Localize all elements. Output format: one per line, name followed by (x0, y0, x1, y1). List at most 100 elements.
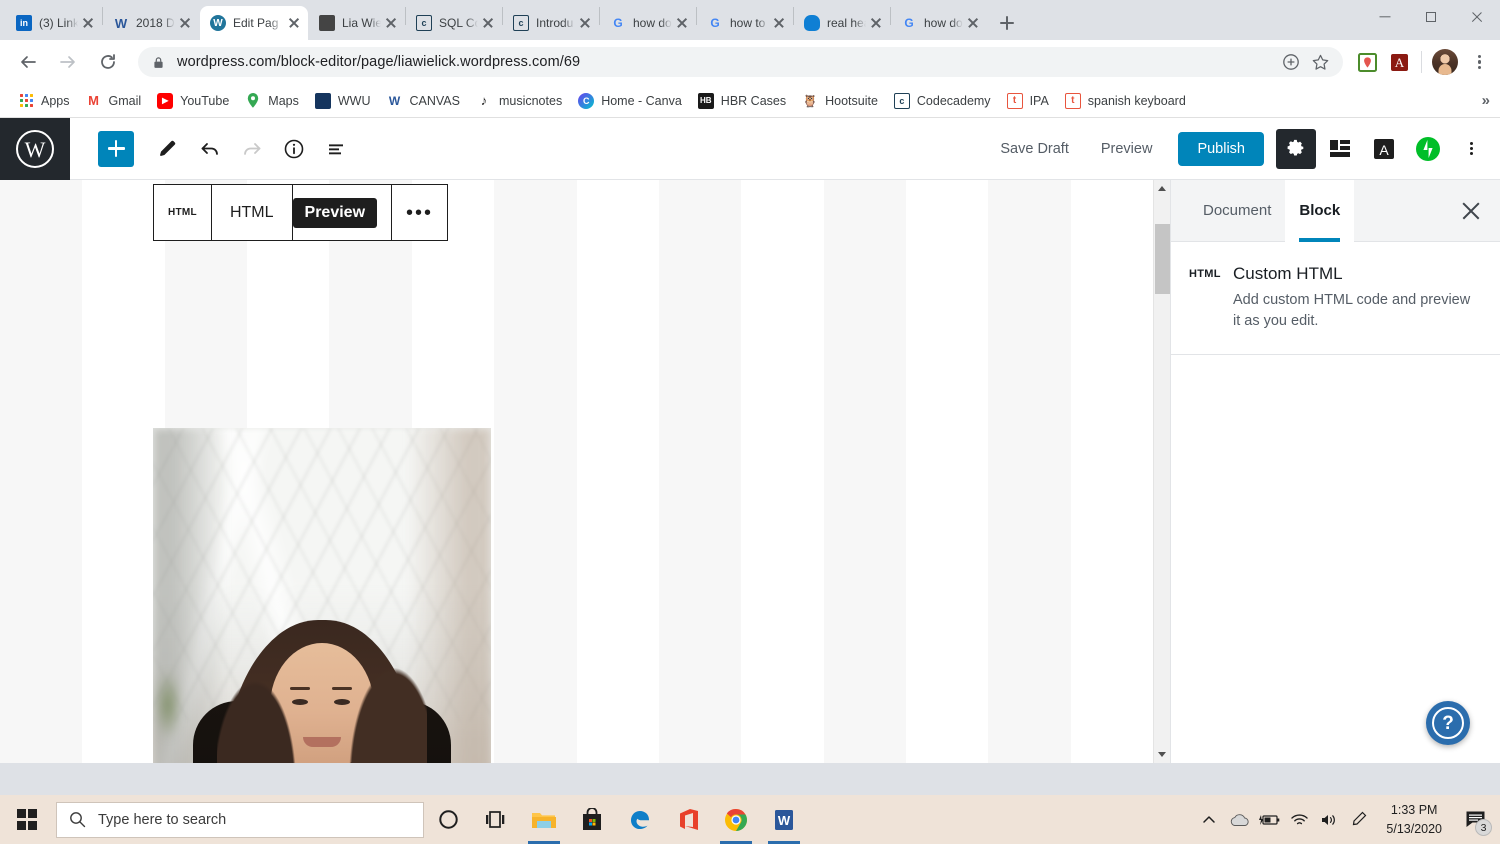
address-bar[interactable]: wordpress.com/block-editor/page/liawieli… (138, 47, 1343, 77)
info-icon[interactable] (274, 129, 314, 169)
jetpack-icon[interactable] (1408, 129, 1448, 169)
forward-icon[interactable] (52, 46, 84, 78)
bookmark-wwu[interactable]: WWU (307, 88, 379, 114)
bookmark-gmail[interactable]: M Gmail (78, 88, 150, 114)
bookmark-canva[interactable]: C Home - Canva (570, 88, 690, 114)
pen-workspace-icon[interactable] (1344, 795, 1374, 844)
tab-document[interactable]: Document (1189, 180, 1285, 242)
html-tab[interactable]: HTML (212, 185, 293, 240)
cortana-icon[interactable] (424, 795, 472, 844)
tab-close-icon[interactable] (965, 15, 981, 31)
block-type-button[interactable]: HTML (154, 185, 212, 240)
preview-button[interactable]: Preview (1087, 133, 1167, 165)
bookmark-label: Apps (41, 93, 70, 108)
save-draft-button[interactable]: Save Draft (986, 133, 1083, 165)
add-block-button[interactable] (98, 130, 134, 167)
help-button[interactable]: ? (1426, 701, 1470, 745)
new-tab-button[interactable] (993, 9, 1021, 37)
onedrive-icon[interactable] (1224, 795, 1254, 844)
wifi-icon[interactable] (1284, 795, 1314, 844)
preview-tab[interactable]: Preview (292, 185, 391, 240)
scroll-up-icon[interactable] (1154, 180, 1171, 197)
codecademy-icon: c (513, 15, 529, 31)
reload-icon[interactable] (92, 46, 124, 78)
browser-tab-active[interactable]: W Edit Pag (200, 6, 308, 40)
editor-canvas[interactable]: HTML HTML Preview ••• (0, 180, 1153, 763)
minimize-button[interactable] (1362, 0, 1408, 34)
close-window-button[interactable] (1454, 0, 1500, 34)
editor-scrollbar[interactable] (1153, 180, 1170, 763)
file-explorer-icon[interactable] (520, 795, 568, 844)
bookmark-ipa[interactable]: t IPA (999, 88, 1057, 114)
adobe-acrobat-extension-icon[interactable]: A (1387, 50, 1411, 74)
bookmark-hbr-cases[interactable]: HB HBR Cases (690, 88, 794, 114)
notifications-button[interactable]: 3 (1454, 795, 1496, 844)
bookmark-spanish-keyboard[interactable]: t spanish keyboard (1057, 88, 1194, 114)
settings-gear-icon[interactable] (1276, 128, 1316, 169)
task-view-icon[interactable] (472, 795, 520, 844)
bookmark-hootsuite[interactable]: 🦉 Hootsuite (794, 88, 886, 114)
browser-tab[interactable]: real hea (794, 6, 890, 40)
browser-tab[interactable]: W 2018 Di (103, 6, 199, 40)
tab-close-icon[interactable] (383, 15, 399, 31)
bookmark-maps[interactable]: Maps (237, 88, 307, 114)
block-more-options-button[interactable]: ••• (391, 185, 447, 240)
undo-icon[interactable] (190, 129, 230, 169)
bookmark-apps[interactable]: Apps (10, 88, 78, 114)
grammarly-icon[interactable]: A (1364, 129, 1404, 169)
bookmark-musicnotes[interactable]: ♪ musicnotes (468, 88, 570, 114)
edit-pencil-icon[interactable] (148, 129, 188, 169)
tab-close-icon[interactable] (771, 15, 787, 31)
tab-close-icon[interactable] (177, 15, 193, 31)
close-icon[interactable] (1458, 198, 1484, 224)
tab-close-icon[interactable] (577, 15, 593, 31)
browser-tab[interactable]: c Introdu (503, 6, 599, 40)
microsoft-office-icon[interactable] (664, 795, 712, 844)
battery-charging-icon[interactable] (1254, 795, 1284, 844)
tampermonkey-extension-icon[interactable] (1355, 50, 1379, 74)
scrollbar-thumb[interactable] (1155, 224, 1170, 294)
microsoft-store-icon[interactable] (568, 795, 616, 844)
bookmark-codecademy[interactable]: c Codecademy (886, 88, 999, 114)
taskbar-clock[interactable]: 1:33 PM 5/13/2020 (1374, 795, 1454, 844)
bookmark-youtube[interactable]: ▶ YouTube (149, 88, 237, 114)
wordpress-logo-icon[interactable]: W (0, 118, 70, 180)
tab-block[interactable]: Block (1285, 179, 1355, 242)
add-to-collection-icon[interactable] (1279, 50, 1303, 74)
browser-tab[interactable]: in (3) Link (6, 6, 102, 40)
block-info-panel: HTML Custom HTML Add custom HTML code an… (1171, 242, 1500, 356)
block-navigation-icon[interactable] (316, 129, 356, 169)
browser-tab[interactable]: Lia Wie (309, 6, 405, 40)
scroll-down-icon[interactable] (1154, 746, 1171, 763)
bookmark-star-icon[interactable] (1309, 50, 1333, 74)
browser-tab[interactable]: c SQL Co (406, 6, 502, 40)
tab-close-icon[interactable] (480, 15, 496, 31)
microsoft-word-icon[interactable]: W (760, 795, 808, 844)
show-hidden-icons-icon[interactable] (1194, 795, 1224, 844)
taskbar-search-input[interactable]: Type here to search (56, 801, 424, 838)
profile-avatar[interactable] (1432, 49, 1458, 75)
tab-close-icon[interactable] (80, 15, 96, 31)
bookmarks-overflow-icon[interactable]: » (1482, 92, 1490, 109)
microsoft-edge-icon[interactable] (616, 795, 664, 844)
google-chrome-icon[interactable] (712, 795, 760, 844)
bookmark-canvas[interactable]: W CANVAS (378, 88, 467, 114)
maximize-button[interactable] (1408, 0, 1454, 34)
tab-close-icon[interactable] (286, 15, 302, 31)
tab-close-icon[interactable] (674, 15, 690, 31)
more-options-icon[interactable] (1458, 136, 1484, 162)
portrait-photo[interactable] (153, 428, 491, 763)
layout-grid-icon[interactable] (1320, 129, 1360, 169)
browser-tab[interactable]: G how do (891, 6, 987, 40)
grid-column (988, 180, 1071, 763)
volume-icon[interactable] (1314, 795, 1344, 844)
browser-tab[interactable]: G how do (600, 6, 696, 40)
start-button[interactable] (4, 795, 50, 844)
back-icon[interactable] (12, 46, 44, 78)
tab-close-icon[interactable] (868, 15, 884, 31)
toolbar-divider (1421, 51, 1422, 73)
browser-tab[interactable]: G how to (697, 6, 793, 40)
preview-tab-label: Preview (292, 197, 378, 228)
chrome-menu-icon[interactable] (1466, 49, 1492, 75)
publish-button[interactable]: Publish (1178, 131, 1264, 166)
